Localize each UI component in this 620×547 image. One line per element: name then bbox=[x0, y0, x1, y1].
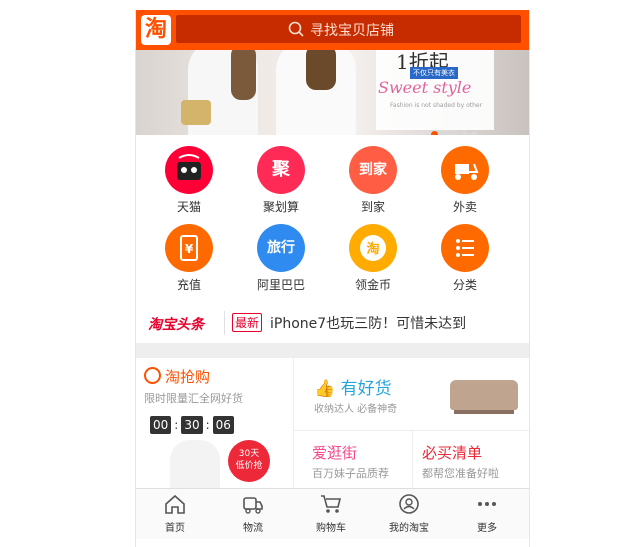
badge-line1: 30天 bbox=[238, 449, 260, 459]
svg-text:淘: 淘 bbox=[366, 241, 379, 257]
divider bbox=[412, 431, 413, 488]
entry-recharge[interactable]: ¥ 充值 bbox=[154, 224, 224, 293]
entry-label: 外卖 bbox=[452, 200, 477, 214]
bimaiqingdan-title: 必买清单 bbox=[422, 444, 483, 462]
clock-icon bbox=[144, 367, 161, 384]
entry-daojia[interactable]: 到家 到家 bbox=[338, 146, 408, 215]
entry-label: 聚划算 bbox=[262, 200, 299, 214]
bimaiqingdan-subtitle: 都帮您准备好啦 bbox=[422, 467, 499, 480]
entry-gold-coin[interactable]: 淘 领金币 bbox=[338, 224, 408, 293]
promo-style-text: Sweet style bbox=[378, 78, 472, 97]
timer-seconds: 06 bbox=[212, 416, 234, 434]
entry-label: 天猫 bbox=[176, 200, 201, 214]
aiguangjie-title: 爱逛街 bbox=[312, 444, 358, 462]
tab-label: 购物车 bbox=[316, 523, 346, 534]
feature-grid: 淘抢购 限时限量汇全网好货 00:30:06 30天 低价抢 👍 有好货 收纳达… bbox=[136, 358, 529, 488]
carousel-dot[interactable] bbox=[441, 131, 448, 135]
truck-icon bbox=[243, 497, 263, 514]
daojia-icon: 到家 bbox=[349, 146, 397, 194]
timer-minutes: 30 bbox=[181, 416, 203, 434]
gold-coin-icon: 淘 bbox=[349, 224, 397, 272]
entry-label: 阿里巴巴 bbox=[256, 278, 305, 292]
timer-hours: 00 bbox=[150, 416, 172, 434]
search-bar[interactable]: 寻找宝贝店铺 bbox=[176, 15, 521, 43]
carousel-dot[interactable] bbox=[451, 131, 458, 135]
search-placeholder: 寻找宝贝店铺 bbox=[310, 23, 394, 39]
model-hair bbox=[231, 50, 256, 100]
handbag-image bbox=[181, 100, 211, 125]
news-tag: 最新 bbox=[232, 313, 263, 332]
countdown-timer: 00:30:06 bbox=[150, 414, 234, 434]
youhaohuo-subtitle: 收纳达人 必备神奇 bbox=[314, 404, 398, 415]
tab-home[interactable]: 首页 bbox=[136, 491, 214, 534]
promo-card: 1折起 不仅只有美衣 Sweet style Fashion is not sh… bbox=[376, 50, 494, 130]
tmall-icon bbox=[165, 146, 213, 194]
entry-alibaba[interactable]: 旅行 阿里巴巴 bbox=[246, 224, 316, 293]
youhaohuo-title-text: 有好货 bbox=[340, 379, 392, 399]
aiguangjie-subtitle: 百万妹子品质荐 bbox=[312, 467, 389, 480]
promo-banner[interactable]: 1折起 不仅只有美衣 Sweet style Fashion is not sh… bbox=[136, 50, 529, 135]
tab-more[interactable]: 更多 bbox=[448, 491, 526, 534]
product-image-sofa bbox=[450, 380, 518, 414]
badge-line2: 低价抢 bbox=[235, 461, 263, 471]
tab-label: 更多 bbox=[477, 523, 497, 534]
taoqianggou-title: 淘抢购 bbox=[144, 366, 210, 387]
timer-colon: : bbox=[174, 418, 179, 432]
search-icon bbox=[288, 21, 304, 37]
thumbs-up-icon: 👍 bbox=[314, 379, 336, 399]
youhaohuo-title: 👍 有好货 bbox=[314, 374, 392, 399]
taoqianggou-subtitle: 限时限量汇全网好货 bbox=[144, 392, 243, 405]
product-image-dress bbox=[170, 440, 220, 488]
discount-badge: 30天 低价抢 bbox=[228, 440, 270, 482]
divider bbox=[224, 311, 225, 335]
top-bar: 淘 寻找宝贝店铺 bbox=[136, 10, 529, 50]
carousel-dots[interactable] bbox=[431, 123, 481, 135]
bottom-tab-bar: 首页 物流 购物车 我的淘宝 更多 bbox=[136, 488, 529, 539]
divider bbox=[293, 358, 294, 488]
entry-label: 领金币 bbox=[354, 278, 391, 292]
tab-label: 物流 bbox=[243, 523, 263, 534]
model-hair-2 bbox=[306, 50, 336, 90]
entry-category[interactable]: 分类 bbox=[430, 224, 500, 293]
carousel-dot[interactable] bbox=[431, 131, 438, 135]
news-ticker[interactable]: 淘宝头条 最新 iPhone7也玩三防！可惜未达到 bbox=[136, 305, 529, 340]
section-separator bbox=[136, 343, 529, 358]
carousel-dot[interactable] bbox=[461, 131, 468, 135]
entry-juhuasuan[interactable]: 聚 聚划算 bbox=[246, 146, 316, 215]
user-icon bbox=[399, 494, 419, 514]
svg-text:¥: ¥ bbox=[185, 242, 194, 256]
scooter-icon bbox=[441, 146, 489, 194]
tab-cart[interactable]: 购物车 bbox=[292, 491, 370, 534]
tab-label: 我的淘宝 bbox=[389, 523, 429, 534]
entry-label: 分类 bbox=[452, 278, 477, 292]
alibaba-icon: 旅行 bbox=[257, 224, 305, 272]
tab-my-taobao[interactable]: 我的淘宝 bbox=[370, 491, 448, 534]
taoqianggou-title-text: 淘抢购 bbox=[165, 368, 211, 386]
taobao-headline-logo: 淘宝头条 bbox=[148, 317, 204, 333]
juhuasuan-icon: 聚 bbox=[257, 146, 305, 194]
entry-label: 充值 bbox=[176, 278, 201, 292]
entry-label: 到家 bbox=[360, 200, 385, 214]
home-icon bbox=[165, 494, 185, 514]
timer-colon: : bbox=[205, 418, 210, 432]
tab-label: 首页 bbox=[165, 523, 185, 534]
entry-waimai[interactable]: 外卖 bbox=[430, 146, 500, 215]
list-icon bbox=[441, 224, 489, 272]
phone-screen: 淘 寻找宝贝店铺 1折起 不仅只有美衣 Sweet style Fashion … bbox=[135, 10, 530, 547]
promo-tiny-text: Fashion is not shaded by other bbox=[390, 102, 483, 109]
carousel-dot[interactable] bbox=[471, 131, 478, 135]
more-icon bbox=[478, 502, 496, 506]
recharge-icon: ¥ bbox=[165, 224, 213, 272]
entry-tmall[interactable]: 天猫 bbox=[154, 146, 224, 215]
news-headline[interactable]: iPhone7也玩三防！可惜未达到 bbox=[270, 313, 466, 333]
tab-logistics[interactable]: 物流 bbox=[214, 491, 292, 534]
taobao-logo[interactable]: 淘 bbox=[141, 15, 171, 45]
cart-icon bbox=[321, 495, 342, 513]
